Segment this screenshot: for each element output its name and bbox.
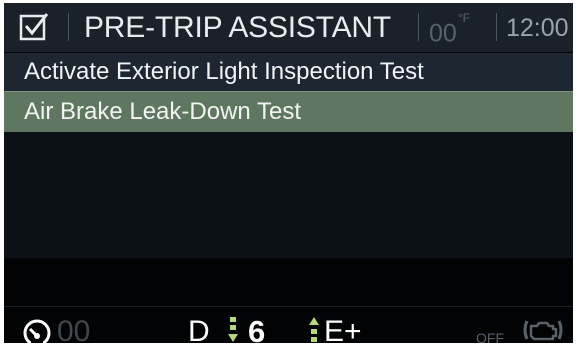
engine-icon	[523, 320, 563, 341]
temperature-unit: °F	[457, 11, 470, 25]
clock-time: 12:00	[506, 14, 569, 42]
page-title: PRE-TRIP ASSISTANT	[84, 11, 392, 44]
menu-item-label: Activate Exterior Light Inspection Test	[24, 58, 424, 85]
status-bar: 00 D 6 E+ OFF	[4, 258, 573, 343]
menu-item-exterior-light-test[interactable]: Activate Exterior Light Inspection Test	[4, 53, 573, 92]
gear-down-arrows-icon	[227, 317, 240, 343]
header-divider	[418, 13, 419, 41]
status-divider	[4, 306, 573, 307]
gear-up-arrows-icon	[308, 317, 321, 343]
menu-item-air-brake-test[interactable]: Air Brake Leak-Down Test	[4, 91, 573, 133]
drive-mode: E+	[324, 315, 362, 344]
gear-number: 6	[248, 314, 266, 343]
menu-list-empty-area	[4, 132, 573, 258]
gear-mode: D	[188, 315, 210, 344]
checkbox-checked-icon	[19, 13, 49, 41]
speedometer-icon	[23, 319, 51, 343]
speed-value: 00	[57, 315, 91, 344]
display-screen: PRE-TRIP ASSISTANT 00°F 12:00 Activate E…	[4, 3, 573, 343]
header-divider	[496, 13, 497, 41]
outside-temperature: 00°F	[429, 11, 470, 48]
engine-status: OFF	[476, 330, 504, 343]
temperature-value: 00	[429, 19, 457, 48]
menu-item-label: Air Brake Leak-Down Test	[24, 98, 302, 125]
header-divider	[68, 13, 69, 41]
header-bar: PRE-TRIP ASSISTANT 00°F 12:00	[4, 3, 573, 52]
